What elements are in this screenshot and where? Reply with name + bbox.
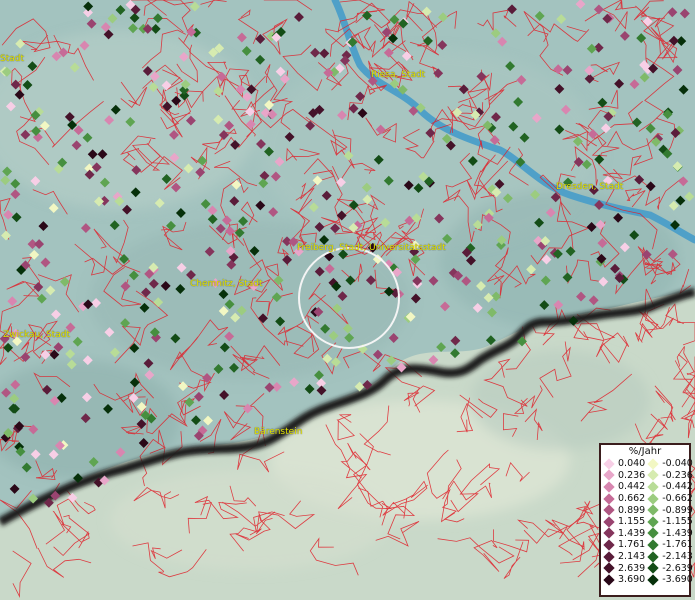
legend-swatch bbox=[647, 504, 659, 516]
legend-column-positive: 0.040 0.236 0.442 0.662 0.899 1.155 1.439 1.761… bbox=[601, 458, 645, 586]
legend-swatch bbox=[647, 562, 659, 574]
legend-swatch bbox=[603, 481, 615, 493]
legend-label: -1.439 bbox=[662, 527, 693, 539]
legend-swatch bbox=[603, 516, 615, 528]
city-label-baerenstein: Bärenstein bbox=[254, 427, 303, 437]
legend-row: 2.639 bbox=[601, 562, 645, 574]
legend-swatch bbox=[647, 469, 659, 482]
legend-label: -1.155 bbox=[662, 516, 693, 528]
legend-row: -3.690 bbox=[645, 574, 693, 586]
legend-label: 0.236 bbox=[618, 469, 646, 481]
map-legend: %/Jahr 0.040 0.236 0.442 0.662 0.899 1.155 1.4… bbox=[599, 443, 693, 597]
legend-swatch bbox=[603, 458, 615, 470]
legend-label: -2.143 bbox=[662, 551, 693, 563]
city-label-zwickau: Zwickau, Stadt bbox=[3, 330, 70, 340]
legend-row: -0.662 bbox=[645, 492, 693, 505]
legend-swatch bbox=[603, 504, 615, 516]
legend-row: -1.439 bbox=[645, 527, 693, 540]
legend-label: 0.899 bbox=[618, 504, 646, 516]
legend-swatch bbox=[647, 539, 659, 551]
legend-swatch bbox=[647, 481, 659, 493]
legend-label: -0.442 bbox=[662, 481, 693, 493]
map-canvas[interactable] bbox=[0, 0, 695, 600]
legend-label: 1.155 bbox=[618, 516, 646, 528]
city-label-west-edge: Stadt bbox=[0, 54, 24, 64]
legend-row: -2.639 bbox=[645, 562, 693, 574]
legend-swatch bbox=[647, 527, 659, 540]
legend-swatch bbox=[603, 527, 615, 540]
legend-label: 2.639 bbox=[618, 562, 646, 574]
legend-label: -0.662 bbox=[662, 493, 693, 505]
legend-row: -1.155 bbox=[645, 516, 693, 528]
legend-swatch bbox=[603, 539, 615, 551]
city-label-dresden: Dresden, Stadt bbox=[556, 182, 624, 192]
legend-row: 0.662 bbox=[601, 492, 646, 505]
legend-row: 3.690 bbox=[601, 574, 645, 586]
legend-title: %/Jahr bbox=[628, 446, 662, 457]
legend-swatch bbox=[647, 574, 659, 586]
city-label-riesa: Riesa, Stadt bbox=[371, 70, 426, 80]
legend-row: -0.899 bbox=[645, 504, 693, 516]
legend-row: -0.040 bbox=[645, 458, 693, 470]
legend-row: -2.143 bbox=[645, 550, 693, 563]
legend-swatch bbox=[603, 562, 615, 574]
legend-label: -1.761 bbox=[662, 539, 693, 551]
legend-row: -0.442 bbox=[645, 481, 693, 493]
legend-row: 1.155 bbox=[601, 516, 645, 528]
legend-row: 1.439 bbox=[601, 527, 646, 540]
legend-swatch bbox=[647, 550, 659, 563]
legend-label: -3.690 bbox=[662, 574, 693, 586]
legend-swatch bbox=[603, 574, 615, 586]
legend-row: 2.143 bbox=[601, 550, 646, 563]
legend-row: 1.761 bbox=[601, 539, 645, 551]
legend-label: -0.040 bbox=[662, 458, 693, 470]
legend-label: 3.690 bbox=[618, 574, 646, 586]
legend-row: -1.761 bbox=[645, 539, 693, 551]
legend-label: -0.899 bbox=[662, 504, 693, 516]
legend-swatch bbox=[647, 458, 659, 470]
legend-swatch bbox=[603, 469, 615, 482]
legend-label: 0.040 bbox=[618, 458, 646, 470]
legend-column-negative: -0.040 -0.236 -0.442 -0.662 -0.899 -1.155 -1.4… bbox=[645, 458, 693, 586]
legend-swatch bbox=[603, 550, 615, 563]
city-label-chemnitz: Chemnitz, Stadt bbox=[190, 279, 263, 289]
legend-label: 0.442 bbox=[618, 481, 646, 493]
legend-label: 0.662 bbox=[618, 493, 646, 505]
legend-row: 0.236 bbox=[601, 469, 646, 482]
legend-label: -2.639 bbox=[662, 562, 693, 574]
legend-row: 0.442 bbox=[601, 481, 645, 493]
legend-label: 1.761 bbox=[618, 539, 646, 551]
legend-row: 0.899 bbox=[601, 504, 645, 516]
legend-swatch bbox=[603, 492, 615, 505]
legend-label: 2.143 bbox=[618, 551, 646, 563]
legend-row: -0.236 bbox=[645, 469, 693, 482]
legend-label: 1.439 bbox=[618, 527, 646, 539]
city-label-freiberg: Freiberg, Stadt, Universitätsstadt bbox=[297, 243, 446, 253]
legend-swatch bbox=[647, 516, 659, 528]
legend-label: -0.236 bbox=[662, 469, 693, 481]
legend-swatch bbox=[647, 492, 659, 505]
legend-row: 0.040 bbox=[601, 458, 645, 470]
